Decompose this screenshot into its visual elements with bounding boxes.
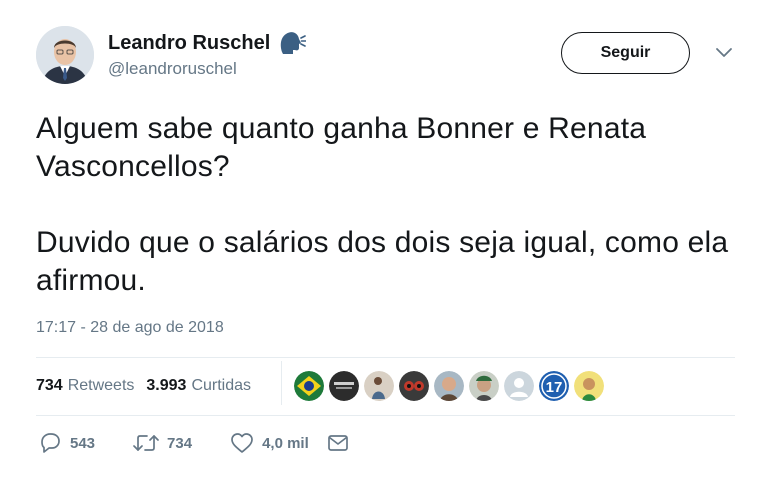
follow-button[interactable]: Seguir: [561, 32, 690, 74]
message-icon: [327, 435, 348, 451]
tweet-paragraph: Alguem sabe quanto ganha Bonner e Renata…: [36, 112, 647, 183]
retweets-label[interactable]: Retweets: [68, 377, 135, 395]
heart-icon: [231, 433, 253, 453]
liker-avatars: 17: [294, 371, 604, 401]
tweet-text: Alguem sabe quanto ganha Bonner e Renata…: [36, 110, 736, 300]
retweet-count: 734: [167, 434, 193, 452]
author-name[interactable]: Leandro Ruschel: [108, 30, 308, 56]
author-avatar[interactable]: [36, 26, 94, 84]
reply-count: 543: [70, 434, 96, 452]
liker-avatar[interactable]: [329, 371, 359, 401]
tweet-timestamp[interactable]: 17:17 - 28 de ago de 2018: [36, 319, 224, 337]
liker-badge-number: 17: [546, 379, 563, 396]
liker-avatar[interactable]: [434, 371, 464, 401]
liker-avatar-number[interactable]: 17: [539, 371, 569, 401]
retweet-icon: [133, 435, 159, 451]
liker-avatar-default[interactable]: [504, 371, 534, 401]
liker-avatar[interactable]: [399, 371, 429, 401]
liker-avatar[interactable]: [469, 371, 499, 401]
liker-avatar[interactable]: [364, 371, 394, 401]
author-name-text[interactable]: Leandro Ruschel: [108, 32, 270, 55]
author-handle[interactable]: @leandroruschel: [108, 59, 237, 79]
divider: [36, 415, 735, 416]
tweet-actions: 543 734 4,0 mil: [36, 432, 349, 454]
like-count: 4,0 mil: [262, 434, 309, 452]
chevron-down-icon[interactable]: [715, 47, 733, 59]
retweets-count[interactable]: 734: [36, 377, 63, 395]
speaking-head-icon: [278, 30, 308, 56]
liker-avatar[interactable]: [574, 371, 604, 401]
like-button[interactable]: 4,0 mil: [230, 432, 309, 454]
retweet-button[interactable]: 734: [133, 433, 192, 453]
reply-button[interactable]: 543: [38, 432, 95, 454]
direct-message-button[interactable]: [327, 434, 349, 452]
tweet-stats: 734 Retweets 3.993 Curtidas: [36, 377, 251, 395]
likes-label[interactable]: Curtidas: [191, 377, 251, 395]
liker-avatar[interactable]: [294, 371, 324, 401]
likes-count[interactable]: 3.993: [146, 377, 186, 395]
divider: [36, 357, 735, 358]
stats-separator: [281, 361, 282, 405]
reply-icon: [41, 433, 60, 453]
tweet-paragraph: Duvido que o salários dos dois seja igua…: [36, 226, 729, 297]
